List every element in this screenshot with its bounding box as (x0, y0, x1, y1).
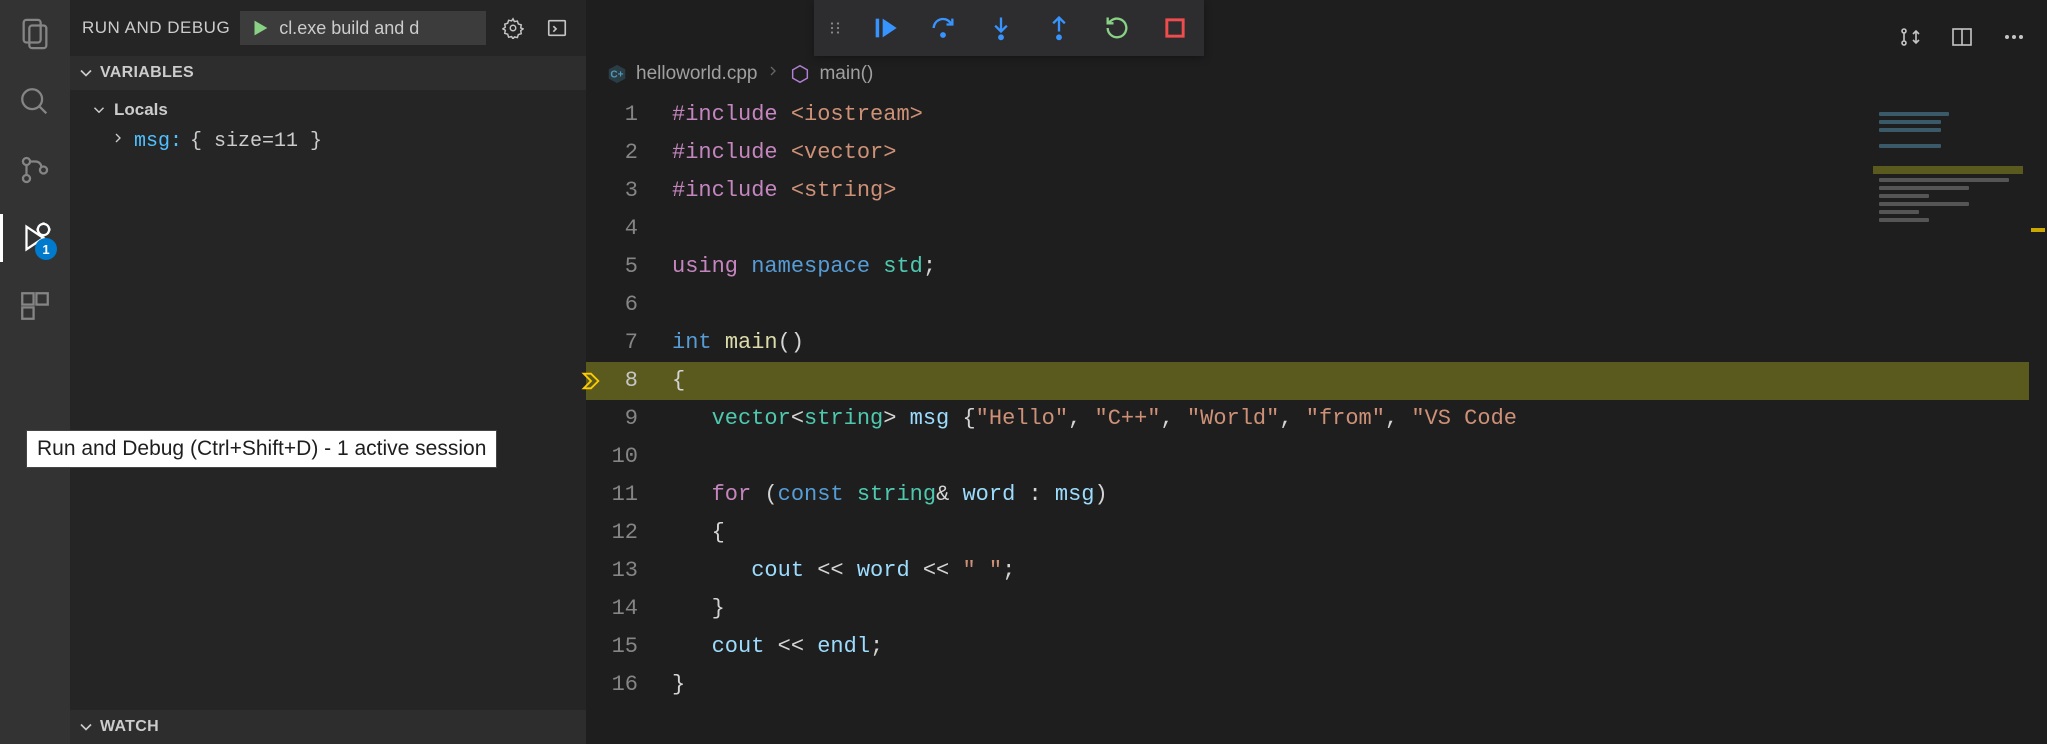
code-line[interactable]: 14 } (586, 590, 2047, 628)
compare-changes-icon[interactable] (1893, 20, 1927, 54)
line-number: 4 (586, 210, 672, 248)
code-line[interactable]: 4 (586, 210, 2047, 248)
variables-body: Locals msg: { size=11 } (70, 90, 586, 470)
line-number: 2 (586, 134, 672, 172)
side-header: RUN AND DEBUG cl.exe build and d (70, 0, 586, 56)
code-line[interactable]: 16} (586, 666, 2047, 704)
code-line[interactable]: 12 { (586, 514, 2047, 552)
activity-bar: 1 (0, 0, 70, 744)
code-text (672, 286, 2047, 324)
debug-toolbar[interactable] (814, 0, 1204, 56)
breadcrumb-symbol: main() (819, 63, 873, 85)
source-control-icon[interactable] (15, 150, 55, 190)
step-out-button[interactable] (1042, 11, 1076, 45)
cpp-file-icon: C+ (606, 63, 628, 85)
variable-row[interactable]: msg: { size=11 } (90, 124, 586, 159)
locals-label: Locals (114, 100, 168, 120)
restart-button[interactable] (1100, 11, 1134, 45)
line-number: 13 (586, 552, 672, 590)
code-text: vector<string> msg {"Hello", "C++", "Wor… (672, 400, 2047, 438)
step-into-button[interactable] (984, 11, 1018, 45)
code-text: int main() (672, 324, 2047, 362)
code-line[interactable]: 7int main() (586, 324, 2047, 362)
stop-button[interactable] (1158, 11, 1192, 45)
split-editor-icon[interactable] (1945, 20, 1979, 54)
editor-actions (1893, 20, 2031, 54)
code-line[interactable]: 9 vector<string> msg {"Hello", "C++", "W… (586, 400, 2047, 438)
debug-config-select[interactable]: cl.exe build and d (240, 11, 486, 45)
code-line[interactable]: 13 cout << word << " "; (586, 552, 2047, 590)
continue-button[interactable] (868, 11, 902, 45)
debug-config-name: cl.exe build and d (279, 18, 469, 39)
code-line[interactable]: 8{ (586, 362, 2047, 400)
code-line[interactable]: 15 cout << endl; (586, 628, 2047, 666)
code-text: } (672, 590, 2047, 628)
code-text: cout << word << " "; (672, 552, 2047, 590)
extensions-icon[interactable] (15, 286, 55, 326)
breadcrumb[interactable]: C+ helloworld.cpp main() (586, 52, 2047, 96)
code-text (672, 210, 2047, 248)
more-actions-icon[interactable] (1997, 20, 2031, 54)
line-number: 9 (586, 400, 672, 438)
line-number: 5 (586, 248, 672, 286)
variable-name: msg: (134, 130, 182, 153)
debug-console-icon[interactable] (540, 11, 574, 45)
code-text: #include <iostream> (672, 96, 2047, 134)
variable-value: { size=11 } (190, 130, 322, 153)
breadcrumb-file: helloworld.cpp (636, 63, 757, 85)
watch-label: WATCH (100, 718, 159, 736)
settings-icon[interactable] (496, 11, 530, 45)
step-over-button[interactable] (926, 11, 960, 45)
side-title: RUN AND DEBUG (82, 18, 230, 38)
code-text: { (672, 362, 2047, 400)
variables-label: VARIABLES (100, 64, 194, 82)
debug-badge: 1 (35, 238, 57, 260)
line-number: 7 (586, 324, 672, 362)
locals-header[interactable]: Locals (90, 96, 586, 124)
drag-handle-icon[interactable] (826, 19, 844, 37)
line-number: 10 (586, 438, 672, 476)
tooltip: Run and Debug (Ctrl+Shift+D) - 1 active … (26, 430, 497, 468)
line-number: 14 (586, 590, 672, 628)
line-number: 6 (586, 286, 672, 324)
current-line-icon (580, 370, 602, 392)
line-number: 3 (586, 172, 672, 210)
code-text: cout << endl; (672, 628, 2047, 666)
minimap[interactable] (1873, 108, 2023, 288)
chevron-right-icon (110, 130, 126, 153)
editor-area: C+ helloworld.cpp main() 1#include <iost… (586, 0, 2047, 744)
code-editor[interactable]: 1#include <iostream>2#include <vector>3#… (586, 96, 2047, 704)
line-number: 1 (586, 96, 672, 134)
breadcrumb-separator (765, 63, 781, 85)
code-text: using namespace std; (672, 248, 2047, 286)
symbol-method-icon (789, 63, 811, 85)
code-text (672, 438, 2047, 476)
start-debug-icon[interactable] (241, 17, 279, 39)
variables-section-header[interactable]: VARIABLES (70, 56, 586, 90)
explorer-icon[interactable] (15, 14, 55, 54)
line-number: 16 (586, 666, 672, 704)
code-line[interactable]: 2#include <vector> (586, 134, 2047, 172)
code-text: for (const string& word : msg) (672, 476, 2047, 514)
line-number: 12 (586, 514, 672, 552)
code-line[interactable]: 11 for (const string& word : msg) (586, 476, 2047, 514)
code-text: #include <string> (672, 172, 2047, 210)
svg-text:C+: C+ (610, 70, 623, 81)
overview-ruler[interactable] (2029, 108, 2047, 744)
code-line[interactable]: 1#include <iostream> (586, 96, 2047, 134)
line-number: 8 (586, 362, 672, 400)
code-line[interactable]: 6 (586, 286, 2047, 324)
code-text: #include <vector> (672, 134, 2047, 172)
code-text: } (672, 666, 2047, 704)
search-icon[interactable] (15, 82, 55, 122)
line-number: 11 (586, 476, 672, 514)
run-debug-icon[interactable]: 1 (15, 218, 55, 258)
line-number: 15 (586, 628, 672, 666)
code-line[interactable]: 3#include <string> (586, 172, 2047, 210)
debug-side-panel: RUN AND DEBUG cl.exe build and d VARIABL… (70, 0, 586, 744)
code-line[interactable]: 10 (586, 438, 2047, 476)
code-line[interactable]: 5using namespace std; (586, 248, 2047, 286)
code-text: { (672, 514, 2047, 552)
watch-section-header[interactable]: WATCH (70, 710, 586, 744)
